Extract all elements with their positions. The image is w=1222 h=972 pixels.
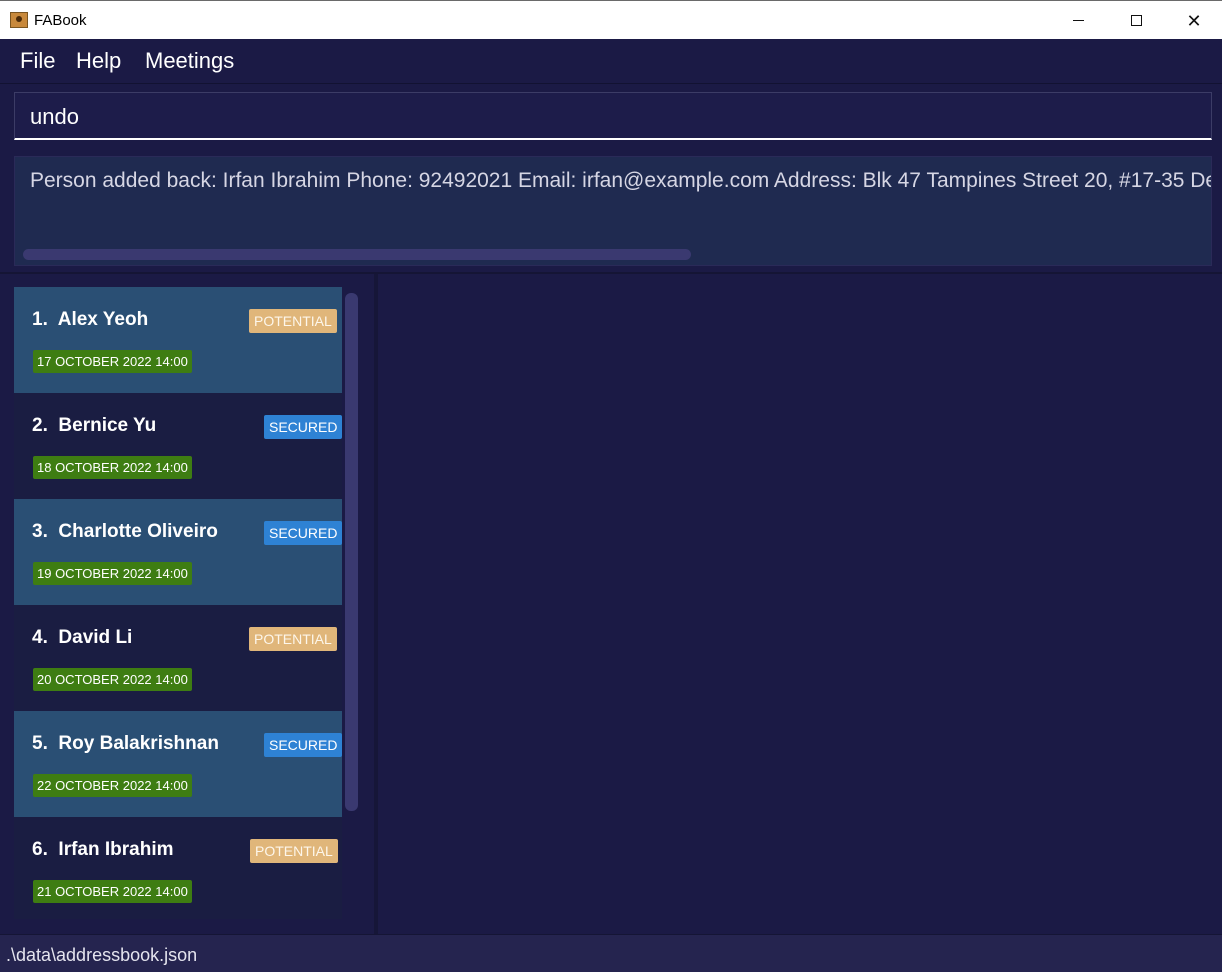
person-list-panel: 1. Alex Yeoh POTENTIAL 17 OCTOBER 2022 1… xyxy=(0,274,374,934)
command-input[interactable]: undo xyxy=(14,92,1212,140)
person-name: 4. David Li xyxy=(32,627,133,648)
status-tag: SECURED xyxy=(264,415,342,439)
person-name: 1. Alex Yeoh xyxy=(32,309,149,330)
minimize-button[interactable] xyxy=(1049,1,1107,40)
close-button[interactable]: ✕ xyxy=(1165,1,1222,40)
meeting-date: 17 OCTOBER 2022 14:00 xyxy=(33,350,192,373)
result-display: Person added back: Irfan Ibrahim Phone: … xyxy=(14,156,1212,266)
menu-bar: File Help Meetings xyxy=(0,39,1222,84)
person-card[interactable]: 1. Alex Yeoh POTENTIAL 17 OCTOBER 2022 1… xyxy=(14,287,342,393)
meeting-date: 18 OCTOBER 2022 14:00 xyxy=(33,456,192,479)
close-icon: ✕ xyxy=(1186,10,1202,31)
person-list: 1. Alex Yeoh POTENTIAL 17 OCTOBER 2022 1… xyxy=(14,287,342,919)
meeting-date: 19 OCTOBER 2022 14:00 xyxy=(33,562,192,585)
person-card[interactable]: 6. Irfan Ibrahim POTENTIAL 21 OCTOBER 20… xyxy=(14,817,342,919)
meeting-date: 20 OCTOBER 2022 14:00 xyxy=(33,668,192,691)
meeting-date: 21 OCTOBER 2022 14:00 xyxy=(33,880,192,903)
status-tag: SECURED xyxy=(264,521,342,545)
menu-help[interactable]: Help xyxy=(76,48,121,74)
person-card[interactable]: 3. Charlotte Oliveiro SECURED 19 OCTOBER… xyxy=(14,499,342,605)
result-text: Person added back: Irfan Ibrahim Phone: … xyxy=(30,169,1212,192)
status-tag: POTENTIAL xyxy=(250,839,338,863)
status-bar: .\data\addressbook.json xyxy=(0,934,1222,972)
person-name: 5. Roy Balakrishnan xyxy=(32,733,219,754)
horizontal-scrollbar[interactable] xyxy=(23,249,691,260)
maximize-button[interactable] xyxy=(1107,1,1165,40)
command-text: undo xyxy=(30,104,79,129)
window-title: FABook xyxy=(34,12,87,29)
menu-meetings[interactable]: Meetings xyxy=(145,48,234,74)
person-card[interactable]: 2. Bernice Yu SECURED 18 OCTOBER 2022 14… xyxy=(14,393,342,499)
file-path: .\data\addressbook.json xyxy=(6,945,198,965)
detail-panel xyxy=(378,274,1222,934)
title-bar: FABook ✕ xyxy=(0,0,1222,39)
person-card[interactable]: 4. David Li POTENTIAL 20 OCTOBER 2022 14… xyxy=(14,605,342,711)
person-card[interactable]: 5. Roy Balakrishnan SECURED 22 OCTOBER 2… xyxy=(14,711,342,817)
person-name: 3. Charlotte Oliveiro xyxy=(32,521,218,542)
app-icon xyxy=(10,12,28,28)
status-tag: SECURED xyxy=(264,733,342,757)
minimize-icon xyxy=(1072,20,1084,21)
vertical-scrollbar[interactable] xyxy=(345,293,358,811)
person-name: 2. Bernice Yu xyxy=(32,415,157,436)
status-tag: POTENTIAL xyxy=(249,309,337,333)
meeting-date: 22 OCTOBER 2022 14:00 xyxy=(33,774,192,797)
person-name: 6. Irfan Ibrahim xyxy=(32,839,174,860)
menu-file[interactable]: File xyxy=(20,48,55,74)
status-tag: POTENTIAL xyxy=(249,627,337,651)
maximize-icon xyxy=(1130,15,1142,26)
